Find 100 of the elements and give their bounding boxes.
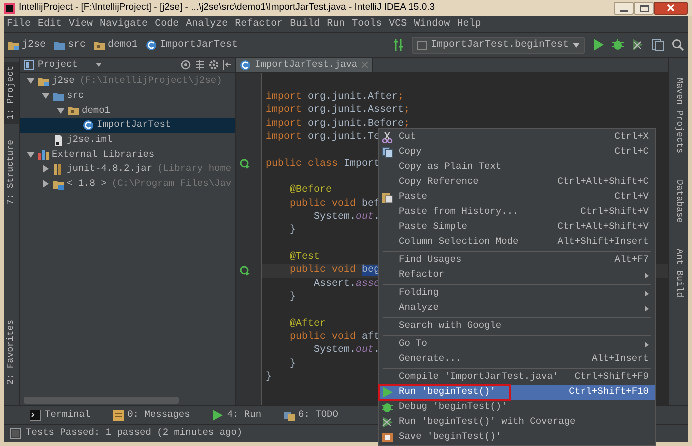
- settings-icon[interactable]: [209, 60, 219, 70]
- run-marker-icon[interactable]: [240, 266, 250, 276]
- menu-item[interactable]: Code: [154, 16, 180, 32]
- tree-item[interactable]: < 1.8 > (C:\Program Files\Jav: [20, 176, 235, 192]
- tool-tab[interactable]: Maven Projects: [672, 78, 686, 154]
- tool-tab[interactable]: 7: Structure: [4, 136, 19, 209]
- dropdown-arrow-icon[interactable]: [96, 63, 102, 67]
- menu-item[interactable]: Debug 'beginTest()': [379, 400, 655, 415]
- run-marker-icon[interactable]: [240, 159, 250, 170]
- class-icon: [146, 40, 158, 50]
- copy-icon: [382, 147, 393, 158]
- tree-item[interactable]: junit-4.8.2.jar (Library home: [20, 162, 235, 177]
- shortcut-label: Ctrl+X: [614, 130, 649, 144]
- build-icon[interactable]: [394, 39, 404, 51]
- shortcut-label: Alt+Shift+Insert: [558, 235, 649, 250]
- minimize-button[interactable]: [614, 2, 634, 14]
- breadcrumb[interactable]: demo1: [94, 38, 138, 52]
- menu-item[interactable]: Run 'beginTest()' with Coverage: [379, 415, 655, 430]
- panel-title[interactable]: Project: [38, 58, 78, 72]
- menu-item[interactable]: Folding: [379, 286, 655, 301]
- tool-tab[interactable]: 6: TODO: [284, 408, 338, 422]
- tree-item[interactable]: ImportJarTest: [20, 118, 235, 133]
- run-icon[interactable]: [593, 39, 604, 51]
- tree-item[interactable]: External Libraries: [20, 147, 235, 162]
- menu-item[interactable]: Save 'beginTest()': [379, 430, 655, 445]
- menu-item[interactable]: Generate... Alt+Insert: [379, 352, 655, 367]
- search-icon[interactable]: [672, 39, 684, 51]
- editor-tab[interactable]: ImportJarTest.java: [236, 58, 373, 72]
- path-hint: (C:\Program Files\Jav: [112, 177, 232, 192]
- tool-tab[interactable]: Database: [672, 180, 686, 223]
- tree-item[interactable]: j2se.iml: [20, 132, 235, 148]
- module-folder-icon: [8, 40, 19, 50]
- menu-item[interactable]: Refactor: [379, 268, 655, 283]
- app-icon: [4, 2, 15, 14]
- project-icon: [24, 60, 34, 70]
- menu-item[interactable]: Analyze: [185, 16, 230, 32]
- menu-item[interactable]: View: [68, 16, 94, 32]
- menu-item[interactable]: Navigate: [99, 16, 150, 32]
- menu-item[interactable]: Compile 'ImportJarTest.java' Ctrl+Shift+F9: [379, 370, 655, 385]
- play-icon: [382, 387, 393, 398]
- menu-item[interactable]: Column Selection Mode Alt+Shift+Insert: [379, 235, 655, 250]
- code-line: import org.junit.Before;: [266, 118, 410, 131]
- play-icon: [212, 410, 224, 420]
- menu-item[interactable]: Help: [456, 16, 482, 32]
- tree-item[interactable]: j2se (F:\IntellijProject\j2se): [20, 74, 235, 89]
- tree-item[interactable]: src: [20, 88, 235, 104]
- menu-item[interactable]: Copy as Plain Text: [379, 160, 655, 175]
- menu-item[interactable]: File: [6, 16, 32, 32]
- menu-item[interactable]: Find Usages Alt+F7: [379, 253, 655, 268]
- tool-tab[interactable]: Terminal: [30, 408, 91, 422]
- breadcrumb[interactable]: src: [54, 38, 86, 52]
- tool-tab[interactable]: Ant Build: [672, 248, 686, 298]
- menu-item[interactable]: Copy Reference Ctrl+Alt+Shift+C: [379, 175, 655, 190]
- menu-item[interactable]: Go To: [379, 337, 655, 352]
- tool-tab[interactable]: 2: Favorites: [4, 316, 19, 389]
- tool-tab[interactable]: 4: Run: [212, 408, 262, 422]
- expanded-arrow-icon[interactable]: [26, 78, 34, 84]
- menu-item[interactable]: Paste from History... Ctrl+Shift+V: [379, 205, 655, 220]
- menu-item[interactable]: Run: [326, 16, 346, 32]
- submenu-arrow-icon: [645, 290, 649, 296]
- menu-item[interactable]: Paste Ctrl+V: [379, 190, 655, 205]
- clipboard-icon: [382, 192, 393, 203]
- shortcut-label: Alt+F7: [614, 253, 649, 268]
- coverage-icon[interactable]: [632, 39, 644, 51]
- menu-item[interactable]: Cut Ctrl+X: [379, 130, 655, 145]
- menu-item[interactable]: Tools: [351, 16, 384, 32]
- panel-toggle-icon[interactable]: [10, 428, 21, 439]
- maximize-button[interactable]: [634, 2, 654, 14]
- submenu-arrow-icon: [645, 306, 649, 312]
- scrollbar[interactable]: [24, 397, 179, 404]
- tool-tab[interactable]: 0: Messages: [112, 408, 190, 422]
- menu-item[interactable]: Search with Google: [379, 319, 655, 334]
- code-line: import org.junit.After;: [266, 91, 404, 104]
- run-config-dropdown[interactable]: ImportJarTest.beginTest: [412, 36, 585, 54]
- menu-item[interactable]: Paste Simple Ctrl+Alt+Shift+V: [379, 220, 655, 235]
- menu-item[interactable]: Run 'beginTest()' Ctrl+Shift+F10: [379, 385, 655, 400]
- menu-item[interactable]: Window: [413, 16, 452, 32]
- code-line: import org.junit.Assert;: [266, 104, 410, 118]
- target-icon[interactable]: [181, 60, 191, 70]
- tree-item[interactable]: demo1: [20, 103, 235, 118]
- breadcrumb[interactable]: j2se: [8, 38, 46, 52]
- project-structure-icon[interactable]: [652, 39, 664, 51]
- collapse-icon[interactable]: [195, 60, 205, 70]
- bug-icon[interactable]: [612, 39, 624, 51]
- code-line: import org.junit.Te: [266, 131, 380, 144]
- breadcrumb[interactable]: ImportJarTest: [146, 38, 238, 52]
- menu-item[interactable]: Analyze: [379, 301, 655, 316]
- expanded-arrow-icon[interactable]: [26, 152, 34, 158]
- menu-item[interactable]: Copy Ctrl+C: [379, 145, 655, 160]
- tool-tab[interactable]: 1: Project: [4, 62, 19, 124]
- menu-item[interactable]: VCS: [388, 16, 408, 32]
- config-icon: [416, 40, 427, 50]
- hide-icon[interactable]: [223, 60, 231, 70]
- menu-item[interactable]: Edit: [37, 16, 64, 32]
- todo-icon: [284, 410, 295, 420]
- folder-icon: [53, 178, 64, 190]
- menu-item[interactable]: Build: [289, 16, 322, 32]
- close-button[interactable]: [654, 2, 688, 14]
- dropdown-arrow-icon: [573, 42, 580, 48]
- menu-item[interactable]: Refactor: [234, 16, 284, 32]
